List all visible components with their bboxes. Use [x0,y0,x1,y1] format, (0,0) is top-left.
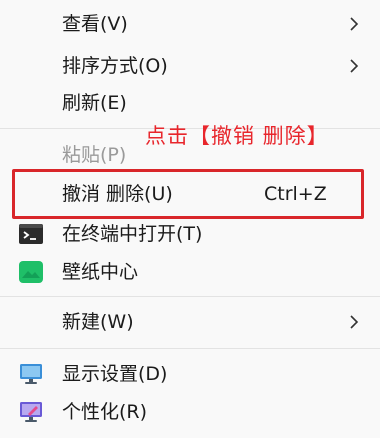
menu-item-refresh[interactable]: 刷新(E) [0,81,380,125]
terminal-icon [19,224,43,244]
context-menu: 查看(V) 排序方式(O) 刷新(E) 粘贴(P) 撤消 删除(U) Ctrl+… [0,0,380,438]
menu-item-view-label: 查看(V) [62,13,128,35]
menu-item-wallpaper-center[interactable]: 壁纸中心 [0,250,380,294]
menu-item-personalization[interactable]: 个性化(R) [0,390,380,434]
highlight-box [12,169,364,219]
chevron-right-icon [350,315,359,329]
menu-item-new[interactable]: 新建(W) [0,300,380,344]
personalization-icon [20,402,42,422]
menu-item-new-label: 新建(W) [62,311,134,333]
menu-item-view[interactable]: 查看(V) [0,2,380,46]
menu-item-refresh-label: 刷新(E) [62,92,127,114]
menu-separator [0,348,380,349]
menu-item-wallpaper-center-label: 壁纸中心 [62,261,139,283]
display-settings-icon [20,364,42,384]
chevron-right-icon [350,17,359,31]
menu-separator [0,296,380,297]
annotation-text: 点击【撤销 删除】 [145,124,329,148]
wallpaper-icon [19,261,43,283]
chevron-right-icon [350,59,359,73]
menu-item-personalization-label: 个性化(R) [62,401,148,423]
